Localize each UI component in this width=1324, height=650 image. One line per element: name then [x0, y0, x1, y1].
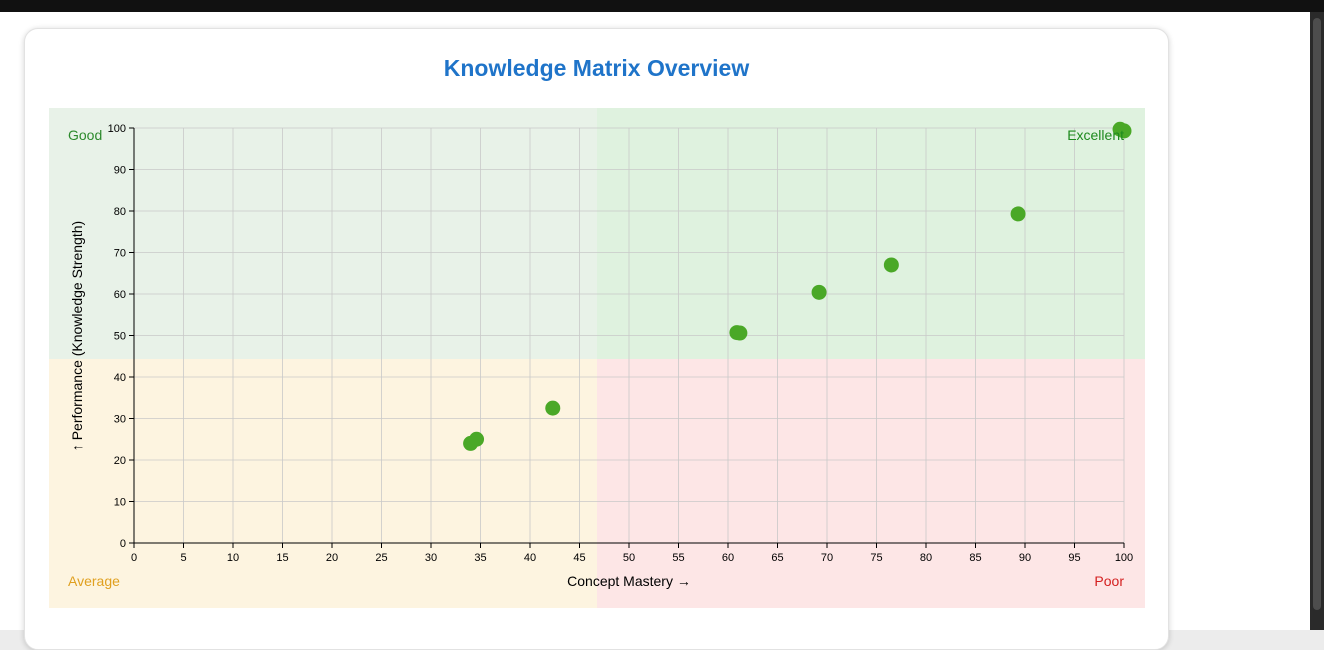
y-tick-label: 80	[114, 206, 126, 218]
y-tick-label: 100	[108, 123, 126, 135]
x-tick-label: 0	[131, 552, 137, 564]
quadrant-label-excellent: Excellent	[1067, 127, 1124, 143]
y-tick-label: 50	[114, 331, 126, 343]
quadrant-label-average: Average	[68, 573, 120, 589]
y-tick-label: 30	[114, 414, 126, 426]
quadrant-label-good: Good	[68, 127, 102, 143]
x-tick-label: 65	[771, 552, 783, 564]
x-tick-label: 85	[969, 552, 981, 564]
quadrant-excellent	[597, 108, 1145, 359]
scrollbar-thumb[interactable]	[1313, 18, 1321, 610]
y-tick-label: 10	[114, 497, 126, 509]
x-tick-label: 10	[227, 552, 239, 564]
data-point	[469, 431, 485, 447]
x-tick-label: 60	[722, 552, 734, 564]
x-tick-label: 95	[1068, 552, 1080, 564]
grid-layer	[133, 127, 1125, 544]
x-tick-label: 75	[870, 552, 882, 564]
x-axis-label: Concept Mastery →	[567, 573, 691, 589]
y-tick-label: 90	[114, 165, 126, 177]
y-tick-label: 40	[114, 372, 126, 384]
y-tick-label: 70	[114, 248, 126, 260]
vertical-scrollbar[interactable]	[1310, 12, 1324, 630]
x-tick-label: 15	[276, 552, 288, 564]
quadrant-good	[49, 108, 597, 359]
data-point	[811, 284, 827, 300]
x-tick-label: 30	[425, 552, 437, 564]
x-tick-label: 80	[920, 552, 932, 564]
x-tick-label: 70	[821, 552, 833, 564]
x-tick-label: 25	[375, 552, 387, 564]
x-tick-label: 50	[623, 552, 635, 564]
x-tick-label: 35	[474, 552, 486, 564]
x-tick-label: 20	[326, 552, 338, 564]
data-point	[1010, 206, 1026, 222]
quadrant-poor	[597, 359, 1145, 608]
y-axis-label: ↑ Performance (Knowledge Strength)	[69, 221, 85, 451]
chart-card: Knowledge Matrix Overview 0 5 10 15 20 25 30 35…	[24, 28, 1169, 650]
y-tick-label: 0	[120, 538, 126, 550]
x-tick-label: 40	[524, 552, 536, 564]
quadrant-label-poor: Poor	[1094, 573, 1124, 589]
x-tick-label: 90	[1019, 552, 1031, 564]
scatter-chart: 0 5 10 15 20 25 30 35 40 45 50 55 60 65 70 75 80 85 90 95 10…	[49, 108, 1145, 608]
x-tick-label: 55	[672, 552, 684, 564]
browser-top-bar	[0, 0, 1324, 12]
x-tick-label: 45	[573, 552, 585, 564]
quadrants-layer	[49, 108, 1145, 608]
data-point	[732, 325, 748, 341]
data-point	[545, 400, 561, 416]
x-tick-label: 100	[1115, 552, 1133, 564]
data-point	[883, 257, 899, 273]
y-tick-label: 20	[114, 455, 126, 467]
y-tick-label: 60	[114, 289, 126, 301]
x-tick-label: 5	[180, 552, 186, 564]
quadrant-average	[49, 359, 597, 608]
